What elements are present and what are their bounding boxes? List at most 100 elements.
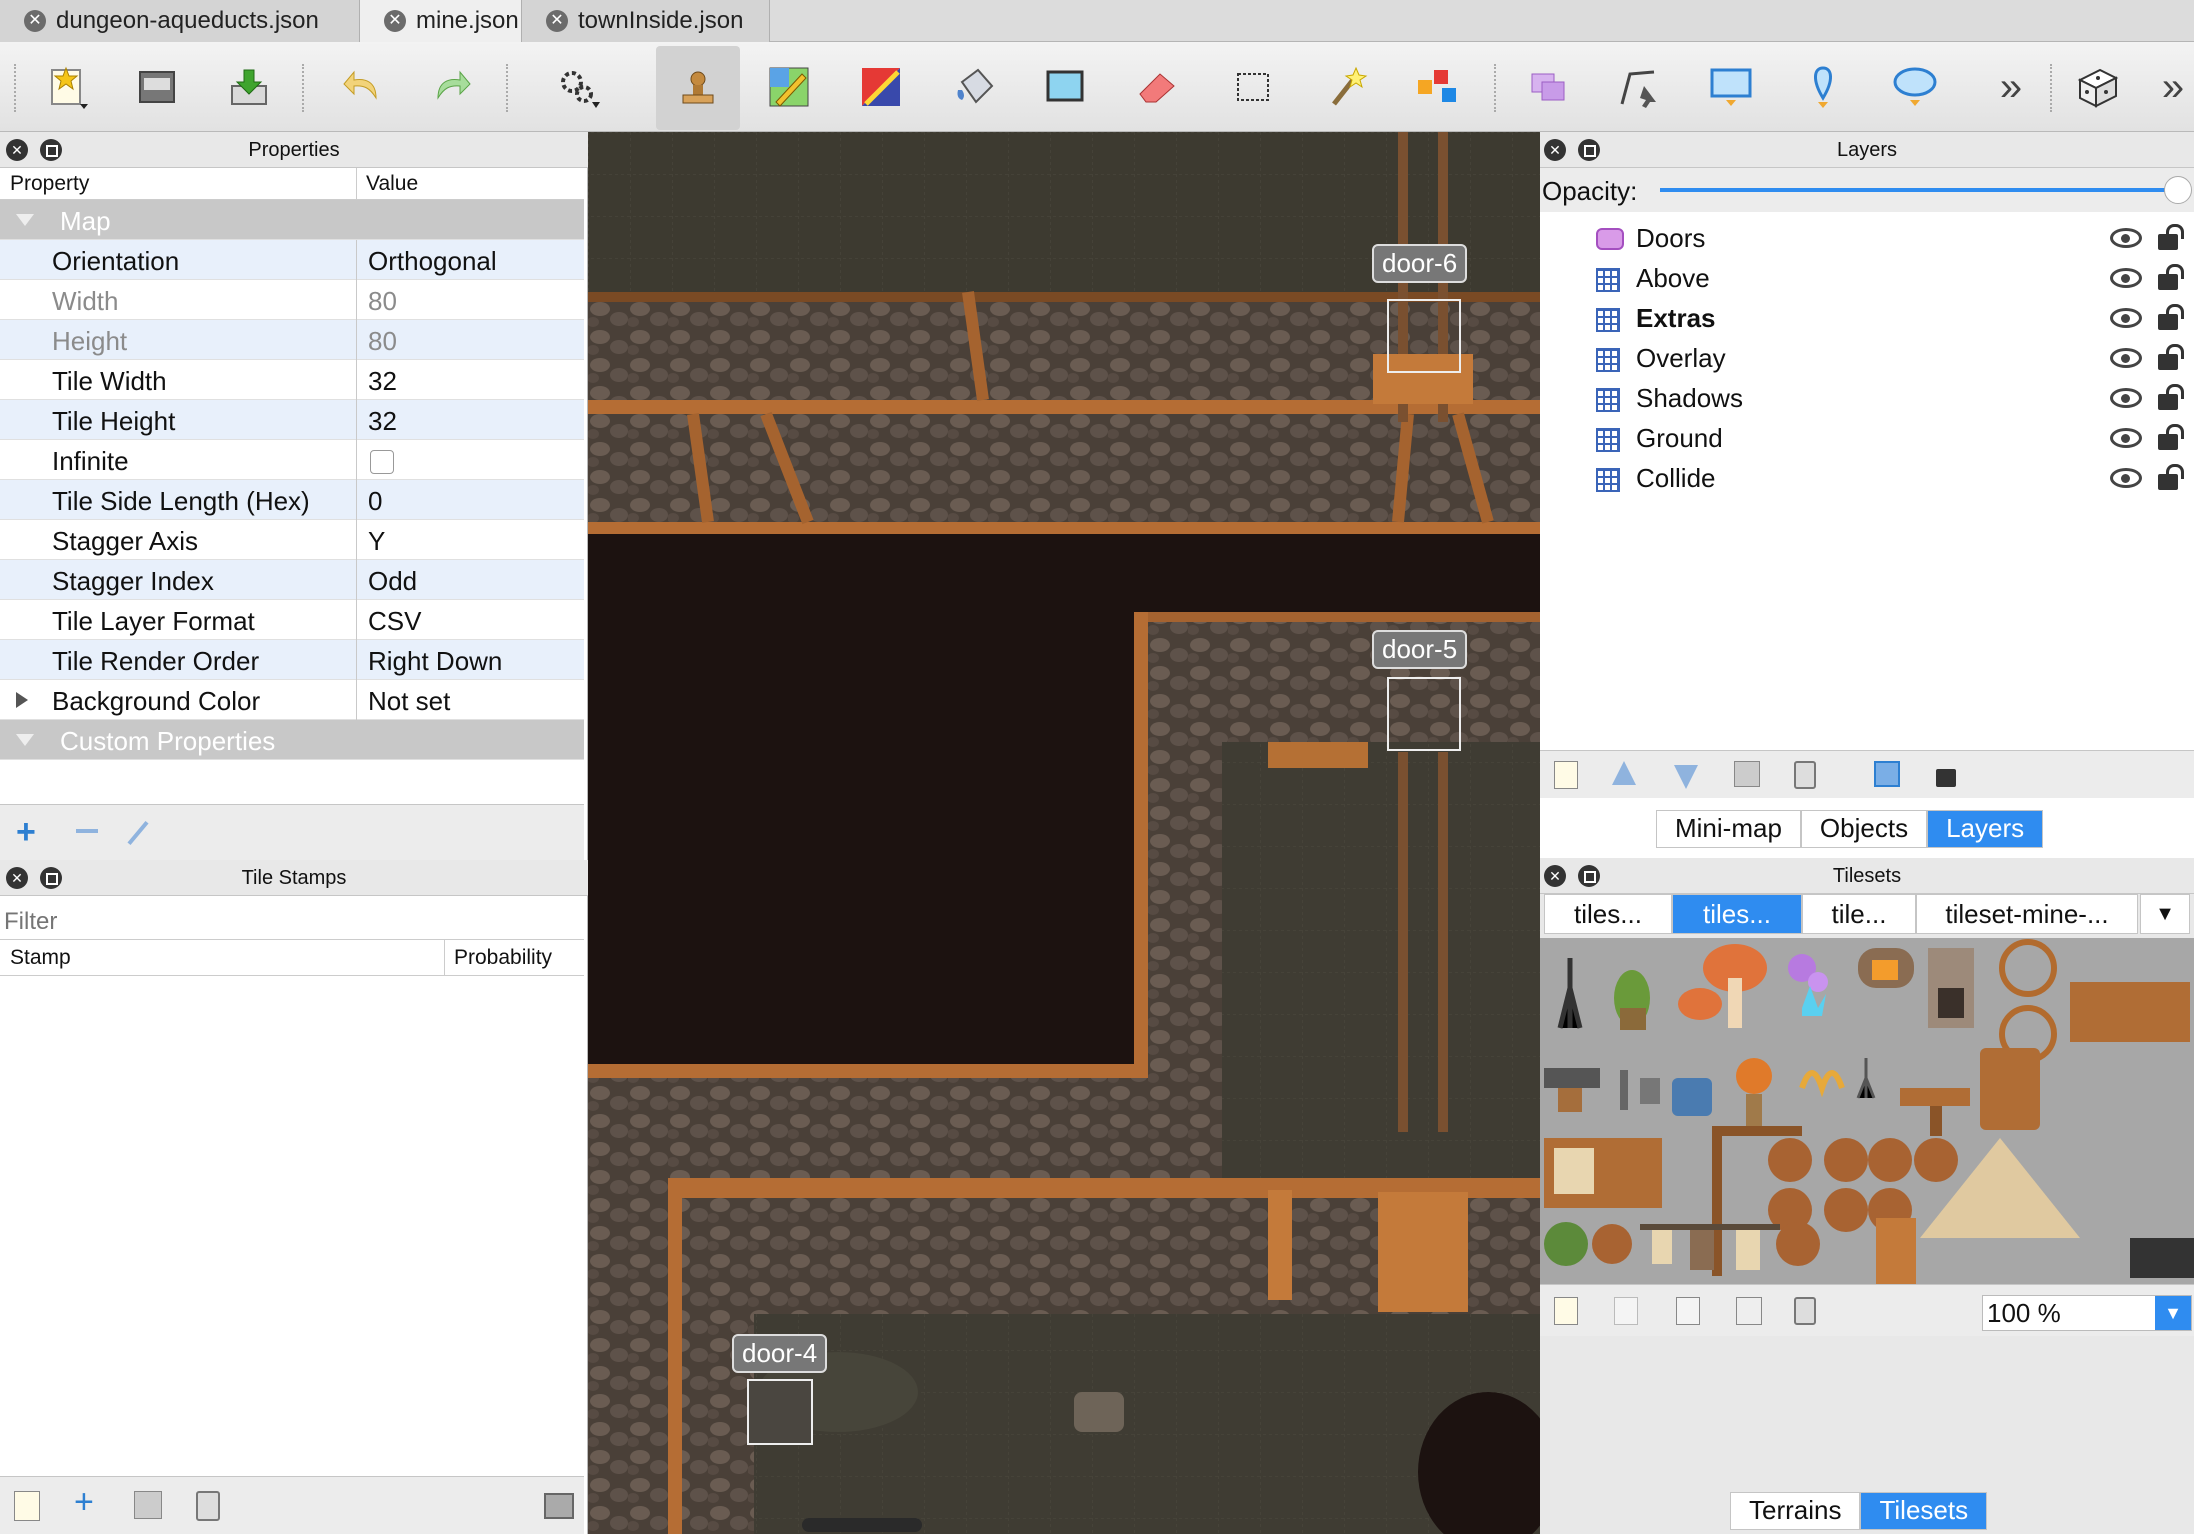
embed-tileset-icon[interactable] xyxy=(1614,1297,1638,1325)
property-row[interactable]: Background Color Not set xyxy=(0,680,584,720)
lock-icon[interactable] xyxy=(2158,344,2184,370)
tab-tilesets[interactable]: Tilesets xyxy=(1860,1492,1988,1530)
tileset-tab[interactable]: tiles... xyxy=(1544,894,1672,934)
property-value[interactable]: Right Down xyxy=(368,646,502,677)
chevron-down-icon[interactable]: ▼ xyxy=(2155,1296,2191,1330)
open-button[interactable] xyxy=(130,60,184,114)
shape-fill-button[interactable] xyxy=(1038,60,1092,114)
section-map[interactable]: Map xyxy=(0,200,584,240)
property-row[interactable]: Tile Width 32 xyxy=(0,360,584,400)
collapse-triangle-icon[interactable] xyxy=(16,214,34,226)
opacity-slider-handle[interactable] xyxy=(2164,176,2192,204)
collapse-triangle-icon[interactable] xyxy=(16,734,34,746)
layer-properties-icon[interactable] xyxy=(1874,761,1900,787)
lower-layer-icon[interactable] xyxy=(1674,765,1698,789)
map-canvas[interactable]: door-6 door-5 door-4 xyxy=(588,132,1540,1534)
property-value[interactable]: Odd xyxy=(368,566,417,597)
layer-row[interactable]: Doors xyxy=(1540,218,2194,258)
property-row[interactable]: Tile Height 32 xyxy=(0,400,584,440)
save-button[interactable] xyxy=(222,60,276,114)
edit-polygons-button[interactable] xyxy=(1612,60,1666,114)
tileset-tab[interactable]: tiles... xyxy=(1672,894,1802,934)
tileset-view[interactable] xyxy=(1540,938,2194,1284)
door-label[interactable]: door-4 xyxy=(732,1334,828,1373)
bucket-fill-button[interactable] xyxy=(948,60,1002,114)
property-value[interactable]: 80 xyxy=(368,286,397,317)
toolbar-overflow-right-button[interactable]: » xyxy=(2146,60,2194,114)
property-value[interactable]: Y xyxy=(368,526,385,557)
layer-row[interactable]: Overlay xyxy=(1540,338,2194,378)
property-value[interactable]: Orthogonal xyxy=(368,246,497,277)
delete-stamp-icon[interactable] xyxy=(196,1491,220,1521)
layer-row[interactable]: Above xyxy=(1540,258,2194,298)
new-tileset-icon[interactable] xyxy=(1554,1297,1578,1325)
section-custom-properties[interactable]: Custom Properties xyxy=(0,720,584,760)
document-tab-mine[interactable]: ✕ mine.json xyxy=(360,0,522,42)
visibility-eye-icon[interactable] xyxy=(2110,268,2142,288)
tab-layers[interactable]: Layers xyxy=(1927,810,2044,848)
edit-tileset-icon[interactable] xyxy=(1736,1297,1762,1325)
tab-objects[interactable]: Objects xyxy=(1800,810,1928,848)
terrain-brush-button[interactable] xyxy=(762,60,816,114)
float-panel-icon[interactable] xyxy=(1578,865,1600,887)
select-same-tile-button[interactable] xyxy=(1410,60,1464,114)
undo-button[interactable] xyxy=(336,60,390,114)
property-value[interactable]: 0 xyxy=(368,486,382,517)
property-value[interactable]: Not set xyxy=(368,686,450,717)
layer-row[interactable]: Collide xyxy=(1540,458,2194,498)
rect-select-button[interactable] xyxy=(1226,60,1280,114)
close-tab-icon[interactable]: ✕ xyxy=(24,10,46,32)
expand-triangle-icon[interactable] xyxy=(16,692,28,708)
wang-brush-button[interactable] xyxy=(854,60,908,114)
insert-rectangle-button[interactable] xyxy=(1704,60,1758,114)
close-tab-icon[interactable]: ✕ xyxy=(546,10,568,32)
property-row[interactable]: Tile Side Length (Hex) 0 xyxy=(0,480,584,520)
add-property-icon[interactable]: + xyxy=(16,813,36,852)
lock-icon[interactable] xyxy=(2158,264,2184,290)
delete-layer-icon[interactable] xyxy=(1794,761,1816,789)
toolbar-overflow-button[interactable]: » xyxy=(1984,60,2038,114)
close-panel-icon[interactable]: ✕ xyxy=(1544,865,1566,887)
property-row[interactable]: Tile Render Order Right Down xyxy=(0,640,584,680)
select-objects-button[interactable] xyxy=(1522,60,1576,114)
document-tab-towninside[interactable]: ✕ townInside.json xyxy=(522,0,770,42)
close-panel-icon[interactable]: ✕ xyxy=(6,139,28,161)
rename-property-icon[interactable] xyxy=(127,820,149,846)
close-panel-icon[interactable]: ✕ xyxy=(6,867,28,889)
visibility-eye-icon[interactable] xyxy=(2110,468,2142,488)
property-value[interactable]: 32 xyxy=(368,406,397,437)
magic-wand-button[interactable] xyxy=(1318,60,1372,114)
duplicate-stamp-icon[interactable] xyxy=(134,1491,162,1519)
eraser-button[interactable] xyxy=(1130,60,1184,114)
random-mode-button[interactable] xyxy=(2070,60,2124,114)
property-value[interactable]: CSV xyxy=(368,606,421,637)
tileset-menu-dropdown[interactable]: ▼ xyxy=(2140,894,2190,934)
property-row[interactable]: Orientation Orthogonal xyxy=(0,240,584,280)
raise-layer-icon[interactable] xyxy=(1612,761,1636,785)
document-tab-dungeon-aqueducts[interactable]: ✕ dungeon-aqueducts.json xyxy=(0,0,360,42)
lock-icon[interactable] xyxy=(2158,304,2184,330)
insert-point-button[interactable] xyxy=(1796,60,1850,114)
float-panel-icon[interactable] xyxy=(40,867,62,889)
tab-mini-map[interactable]: Mini-map xyxy=(1656,810,1801,848)
close-tab-icon[interactable]: ✕ xyxy=(384,10,406,32)
new-stamp-icon[interactable] xyxy=(14,1491,40,1521)
stamp-brush-button[interactable] xyxy=(656,46,740,130)
property-row[interactable]: Height 80 xyxy=(0,320,584,360)
layer-row[interactable]: Extras xyxy=(1540,298,2194,338)
property-row[interactable]: Width 80 xyxy=(0,280,584,320)
close-panel-icon[interactable]: ✕ xyxy=(1544,139,1566,161)
property-row[interactable]: Stagger Index Odd xyxy=(0,560,584,600)
tileset-tab[interactable]: tileset-mine-... xyxy=(1916,894,2138,934)
visibility-eye-icon[interactable] xyxy=(2110,348,2142,368)
export-tileset-icon[interactable] xyxy=(1676,1297,1700,1325)
door-label[interactable]: door-6 xyxy=(1372,244,1468,283)
lock-icon[interactable] xyxy=(2158,384,2184,410)
property-value[interactable]: 80 xyxy=(368,326,397,357)
commands-button[interactable] xyxy=(550,60,604,114)
visibility-eye-icon[interactable] xyxy=(2110,228,2142,248)
infinite-checkbox[interactable] xyxy=(370,450,394,474)
layer-row[interactable]: Shadows xyxy=(1540,378,2194,418)
float-panel-icon[interactable] xyxy=(1578,139,1600,161)
lock-icon[interactable] xyxy=(2158,224,2184,250)
